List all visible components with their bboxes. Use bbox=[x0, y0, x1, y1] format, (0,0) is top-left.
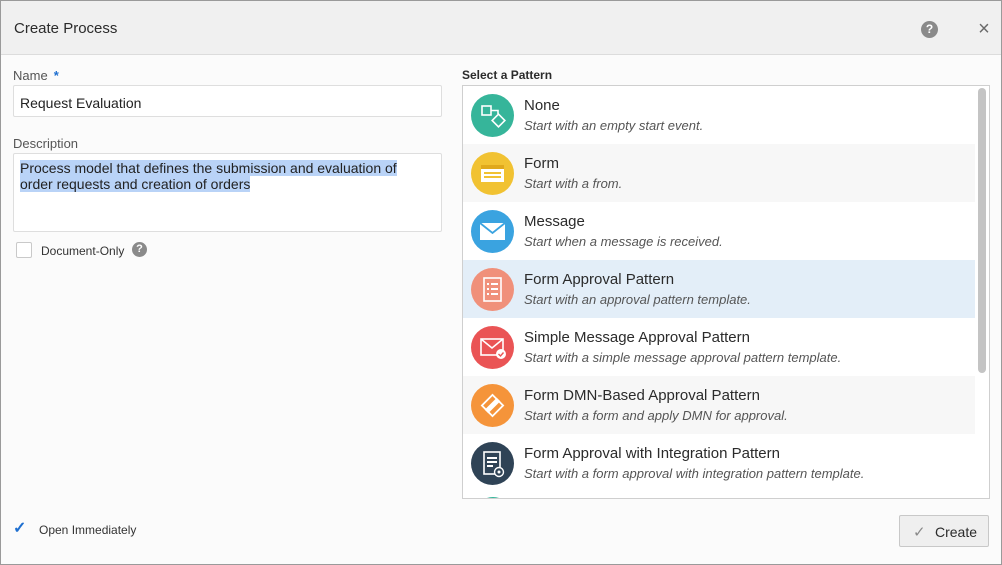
required-marker: * bbox=[53, 68, 59, 83]
description-label: Description bbox=[13, 136, 79, 151]
integration-icon bbox=[471, 442, 514, 485]
pattern-desc-form-dmn-approval: Start with a form and apply DMN for appr… bbox=[524, 408, 788, 423]
document-only-checkbox[interactable] bbox=[16, 242, 32, 258]
name-label: Name * bbox=[13, 68, 59, 83]
pattern-item-simple-message-approval[interactable]: Simple Message Approval Pattern Start wi… bbox=[463, 318, 975, 376]
pattern-title-form: Form bbox=[524, 155, 559, 172]
dmn-icon bbox=[471, 384, 514, 427]
form-icon bbox=[471, 152, 514, 195]
form-approval-icon bbox=[471, 268, 514, 311]
name-input[interactable]: Request Evaluation bbox=[13, 85, 442, 117]
create-button[interactable]: ✓ Create bbox=[899, 515, 989, 547]
pattern-title-message: Message bbox=[524, 213, 585, 230]
name-input-value: Request Evaluation bbox=[20, 95, 142, 111]
pattern-title-none: None bbox=[524, 97, 560, 114]
pattern-item-none[interactable]: None Start with an empty start event. bbox=[463, 86, 975, 144]
create-button-label: Create bbox=[935, 524, 978, 540]
help-icon[interactable]: ? bbox=[921, 21, 938, 38]
dialog-header: Create Process ? × bbox=[1, 1, 1001, 55]
open-immediately-label: Open Immediately bbox=[39, 523, 137, 537]
pattern-item-form[interactable]: Form Start with a from. bbox=[463, 144, 975, 202]
description-line-2: order requests and creation of orders bbox=[20, 176, 251, 192]
name-label-text: Name bbox=[13, 68, 48, 83]
pattern-title-simple-message-approval: Simple Message Approval Pattern bbox=[524, 329, 750, 346]
pattern-title-form-dmn-approval: Form DMN-Based Approval Pattern bbox=[524, 387, 760, 404]
pattern-list-scrollbar[interactable] bbox=[978, 88, 986, 373]
description-textarea[interactable]: Process model that defines the submissio… bbox=[13, 153, 442, 232]
create-process-dialog: Create Process ? × Name * Request Evaluat… bbox=[0, 0, 1002, 565]
pattern-list[interactable]: None Start with an empty start event. Fo… bbox=[462, 85, 990, 499]
pattern-desc-form-approval: Start with an approval pattern template. bbox=[524, 292, 751, 307]
partial-item-icon bbox=[474, 497, 512, 498]
pattern-item-form-approval[interactable]: Form Approval Pattern Start with an appr… bbox=[463, 260, 975, 318]
pattern-title-form-approval: Form Approval Pattern bbox=[524, 271, 675, 288]
document-only-help-icon[interactable]: ? bbox=[132, 242, 147, 257]
pattern-desc-none: Start with an empty start event. bbox=[524, 118, 704, 133]
open-immediately-checkbox[interactable]: ✓ bbox=[13, 520, 33, 538]
select-pattern-title: Select a Pattern bbox=[462, 68, 553, 82]
envelope-icon bbox=[471, 210, 514, 253]
pattern-item-form-approval-integration[interactable]: Form Approval with Integration Pattern S… bbox=[463, 434, 975, 492]
pattern-item-message[interactable]: Message Start when a message is received… bbox=[463, 202, 975, 260]
check-icon: ✓ bbox=[913, 524, 926, 541]
flow-icon bbox=[471, 94, 514, 137]
message-approval-icon bbox=[471, 326, 514, 369]
description-line-1: Process model that defines the submissio… bbox=[20, 160, 397, 176]
pattern-title-form-approval-integration: Form Approval with Integration Pattern bbox=[524, 445, 780, 462]
pattern-desc-form: Start with a from. bbox=[524, 176, 623, 191]
pattern-desc-form-approval-integration: Start with a form approval with integrat… bbox=[524, 466, 865, 481]
document-only-label: Document-Only bbox=[41, 244, 125, 258]
dialog-title: Create Process bbox=[14, 20, 118, 37]
close-icon[interactable]: × bbox=[976, 19, 992, 39]
pattern-desc-simple-message-approval: Start with a simple message approval pat… bbox=[524, 350, 842, 365]
pattern-desc-message: Start when a message is received. bbox=[524, 234, 723, 249]
pattern-item-form-dmn-approval[interactable]: Form DMN-Based Approval Pattern Start wi… bbox=[463, 376, 975, 434]
